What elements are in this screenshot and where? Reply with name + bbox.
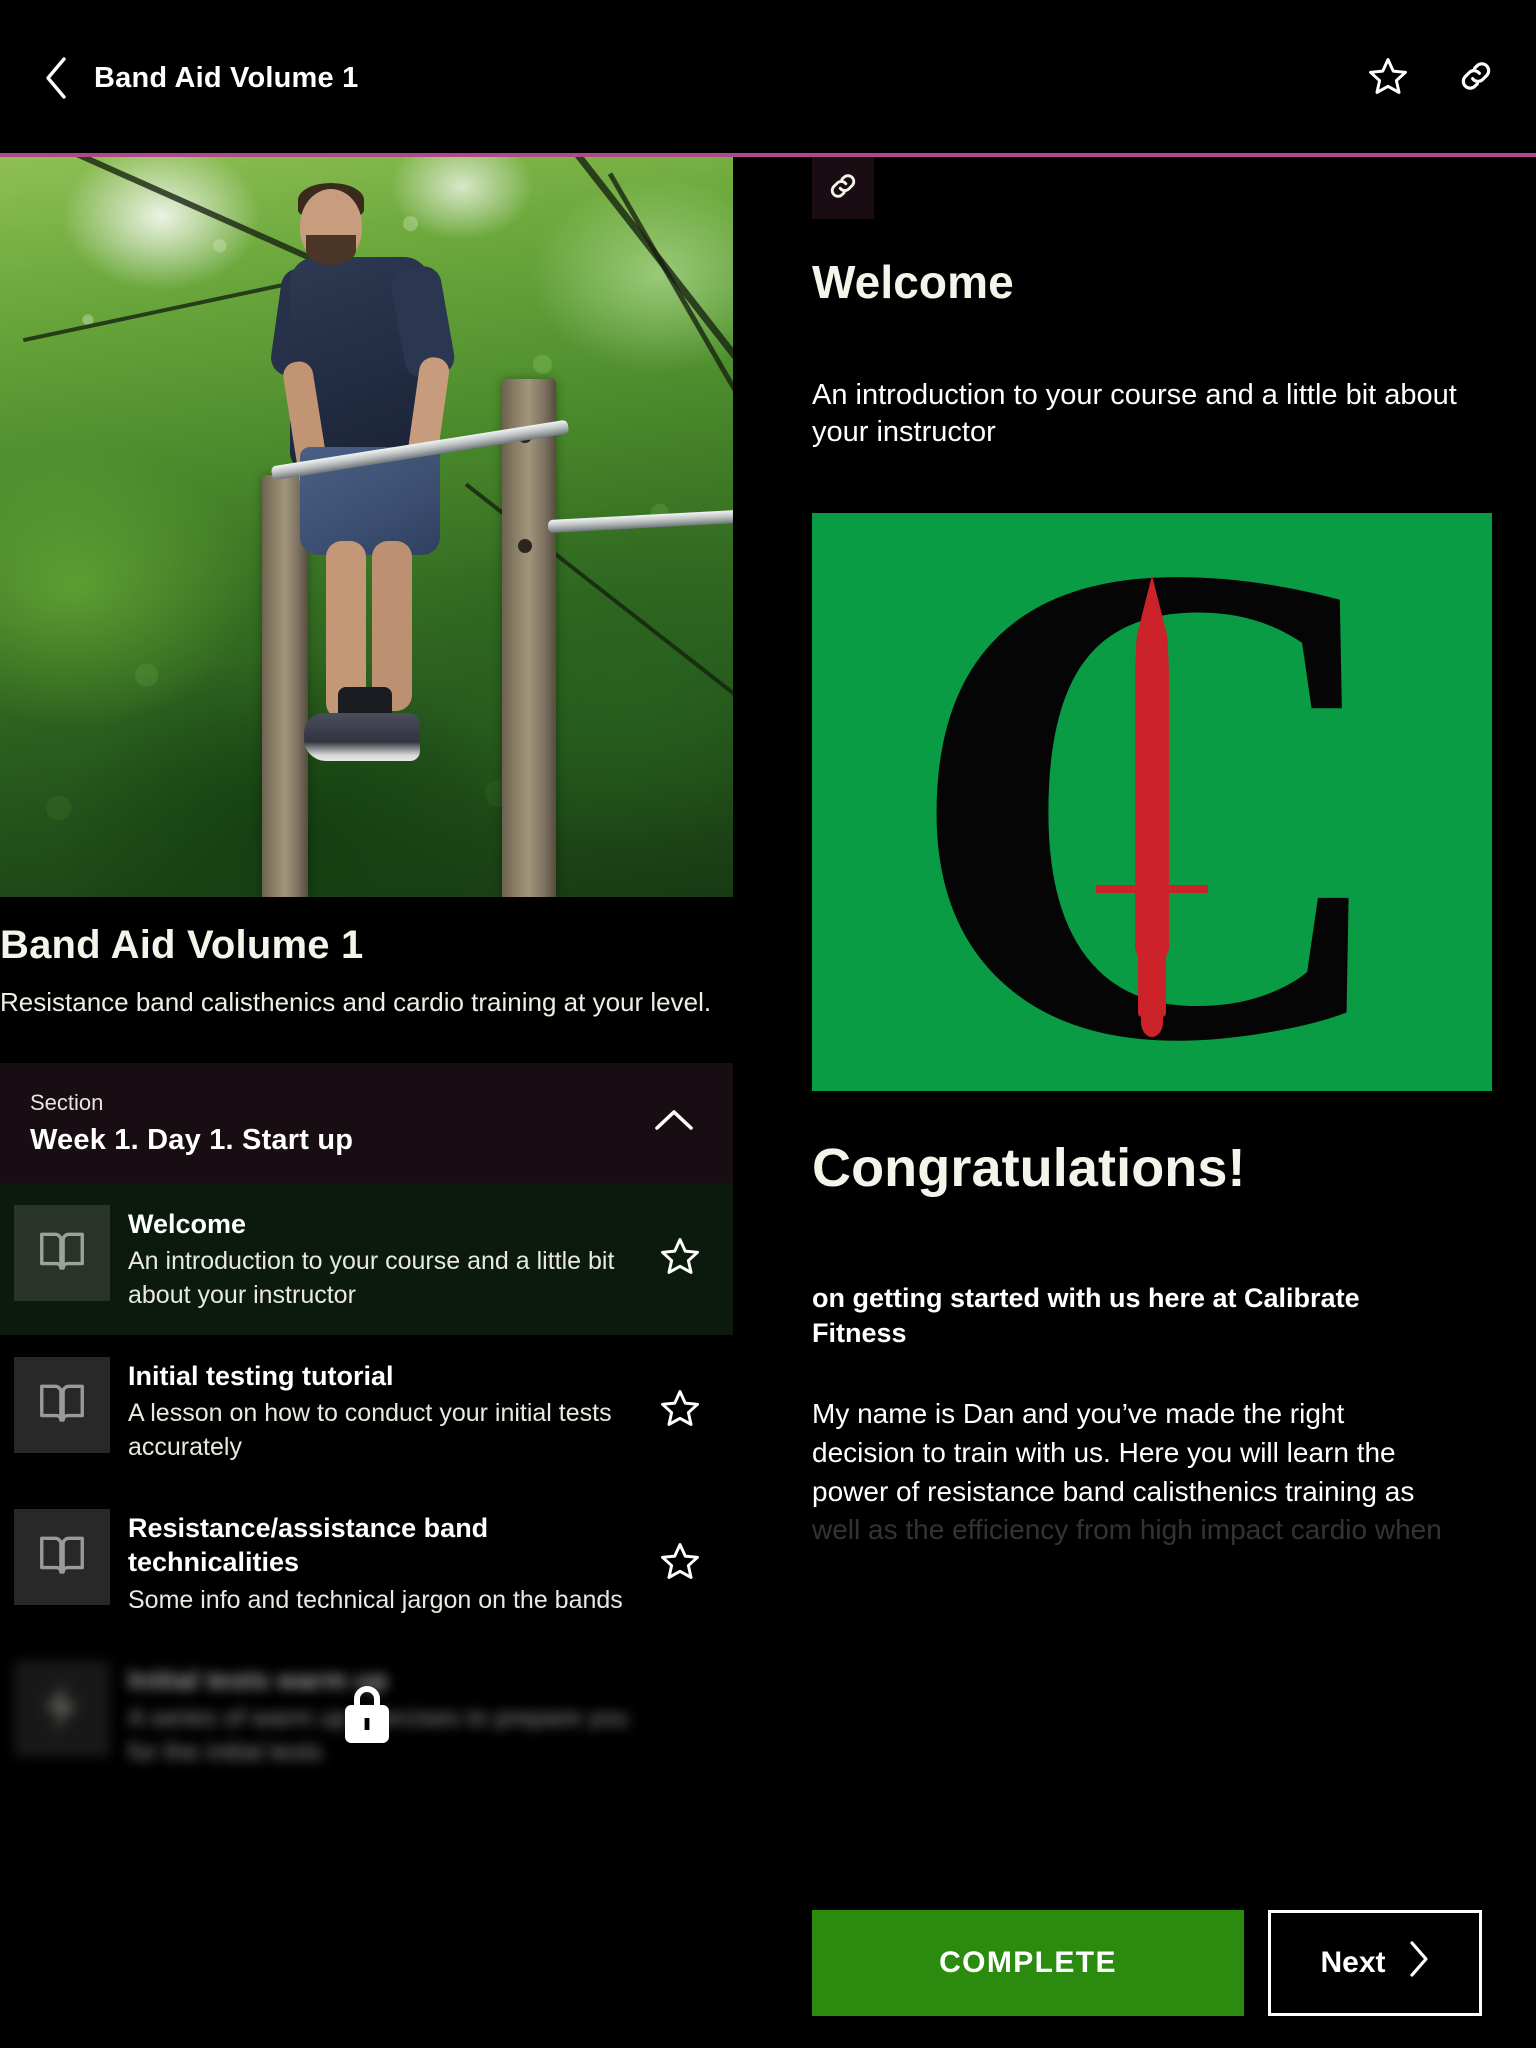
lesson-title: Initial tests warm up xyxy=(128,1665,388,1696)
lesson-title: Welcome xyxy=(128,1208,247,1239)
lesson-thumbnail xyxy=(14,1356,110,1453)
lesson-body-copy: My name is Dan and you’ve made the right… xyxy=(812,1395,1472,1550)
section-name-label: Week 1. Day 1. Start up xyxy=(30,1123,354,1156)
lesson-thumbnail xyxy=(14,1204,110,1301)
list-item[interactable]: Welcome An introduction to your course a… xyxy=(0,1182,733,1335)
lesson-intro-text: An introduction to your course and a lit… xyxy=(812,379,1457,449)
lesson-description: A series of warm up exercises to prepare… xyxy=(128,1703,629,1766)
lesson-title: Resistance/assistance band technicalitie… xyxy=(128,1512,489,1578)
lesson-list: Welcome An introduction to your course a… xyxy=(0,1182,733,1792)
lesson-thumbnail xyxy=(14,1508,110,1605)
lesson-text: Resistance/assistance band technicalitie… xyxy=(128,1509,635,1618)
list-item[interactable]: Resistance/assistance band technicalitie… xyxy=(0,1487,733,1640)
back-button[interactable] xyxy=(34,52,78,104)
lesson-thumbnail xyxy=(14,1661,110,1758)
lesson-content-panel: Welcome An introduction to your course a… xyxy=(812,157,1536,2048)
lesson-text: Initial testing tutorial A lesson on how… xyxy=(128,1357,635,1465)
lesson-text: Welcome An introduction to your course a… xyxy=(128,1205,635,1313)
book-icon xyxy=(35,1375,89,1434)
lesson-description: A lesson on how to conduct your initial … xyxy=(128,1399,612,1461)
body-line: decision to train with us. Here you will… xyxy=(812,1437,1396,1469)
star-outline-icon xyxy=(659,1387,701,1434)
next-button[interactable]: Next xyxy=(1268,1910,1482,2016)
course-sidebar: Band Aid Volume 1 Resistance band calist… xyxy=(0,157,745,2048)
page-title: Band Aid Volume 1 xyxy=(94,61,359,94)
lesson-title: Initial testing tutorial xyxy=(128,1360,394,1391)
dagger-grip-icon xyxy=(1138,891,1166,1018)
body-line: well as the efficiency from high impact … xyxy=(812,1514,1442,1546)
section-collapse-button[interactable] xyxy=(649,1098,699,1148)
book-icon xyxy=(35,1223,89,1282)
course-title: Band Aid Volume 1 xyxy=(0,923,364,967)
lesson-action-bar: COMPLETE Next xyxy=(812,1910,1536,2048)
body-line: My name is Dan and you’ve made the right xyxy=(812,1398,1345,1430)
chevron-up-icon xyxy=(653,1107,695,1138)
section-accordion-header[interactable]: Section Week 1. Day 1. Start up xyxy=(0,1062,733,1183)
congratulations-lede: on getting started with us here at Calib… xyxy=(812,1283,1360,1349)
calibrate-fitness-logo: C xyxy=(812,513,1492,1092)
star-outline-icon xyxy=(659,1692,701,1739)
chevron-left-icon xyxy=(43,56,69,100)
app-bar-actions xyxy=(1364,54,1500,102)
share-link-button[interactable] xyxy=(1452,54,1500,102)
lesson-heading: Welcome xyxy=(812,256,1014,308)
dagger-pommel-icon xyxy=(1141,1007,1163,1038)
lesson-favorite-button[interactable] xyxy=(653,1232,707,1286)
star-outline-icon xyxy=(659,1235,701,1282)
star-outline-icon xyxy=(1367,55,1409,102)
favorite-button[interactable] xyxy=(1364,54,1412,102)
congratulations-heading: Congratulations! xyxy=(812,1138,1246,1199)
app-bar: Band Aid Volume 1 xyxy=(0,0,1536,156)
course-subtitle: Resistance band calisthenics and cardio … xyxy=(0,987,712,1017)
book-icon xyxy=(35,1527,89,1586)
chevron-right-icon xyxy=(1408,1940,1430,1986)
lesson-share-link-button[interactable] xyxy=(812,157,874,219)
complete-button[interactable]: COMPLETE xyxy=(812,1910,1244,2016)
star-outline-icon xyxy=(659,1540,701,1587)
lesson-favorite-button[interactable] xyxy=(653,1536,707,1590)
list-item[interactable]: Initial tests warm up A series of warm u… xyxy=(0,1639,733,1791)
lesson-description: Some info and technical jargon on the ba… xyxy=(128,1585,623,1614)
link-icon xyxy=(826,169,860,208)
list-item[interactable]: Initial testing tutorial A lesson on how… xyxy=(0,1335,733,1487)
lesson-favorite-button[interactable] xyxy=(653,1384,707,1438)
section-eyebrow-label: Section xyxy=(30,1089,104,1115)
lightning-bolt-icon xyxy=(35,1680,89,1739)
next-button-label: Next xyxy=(1320,1946,1386,1979)
lesson-text: Initial tests warm up A series of warm u… xyxy=(128,1661,635,1769)
course-hero-image xyxy=(0,157,733,897)
body-line: power of resistance band calisthenics tr… xyxy=(812,1475,1415,1507)
link-icon xyxy=(1456,56,1496,101)
lesson-description: An introduction to your course and a lit… xyxy=(128,1247,615,1309)
